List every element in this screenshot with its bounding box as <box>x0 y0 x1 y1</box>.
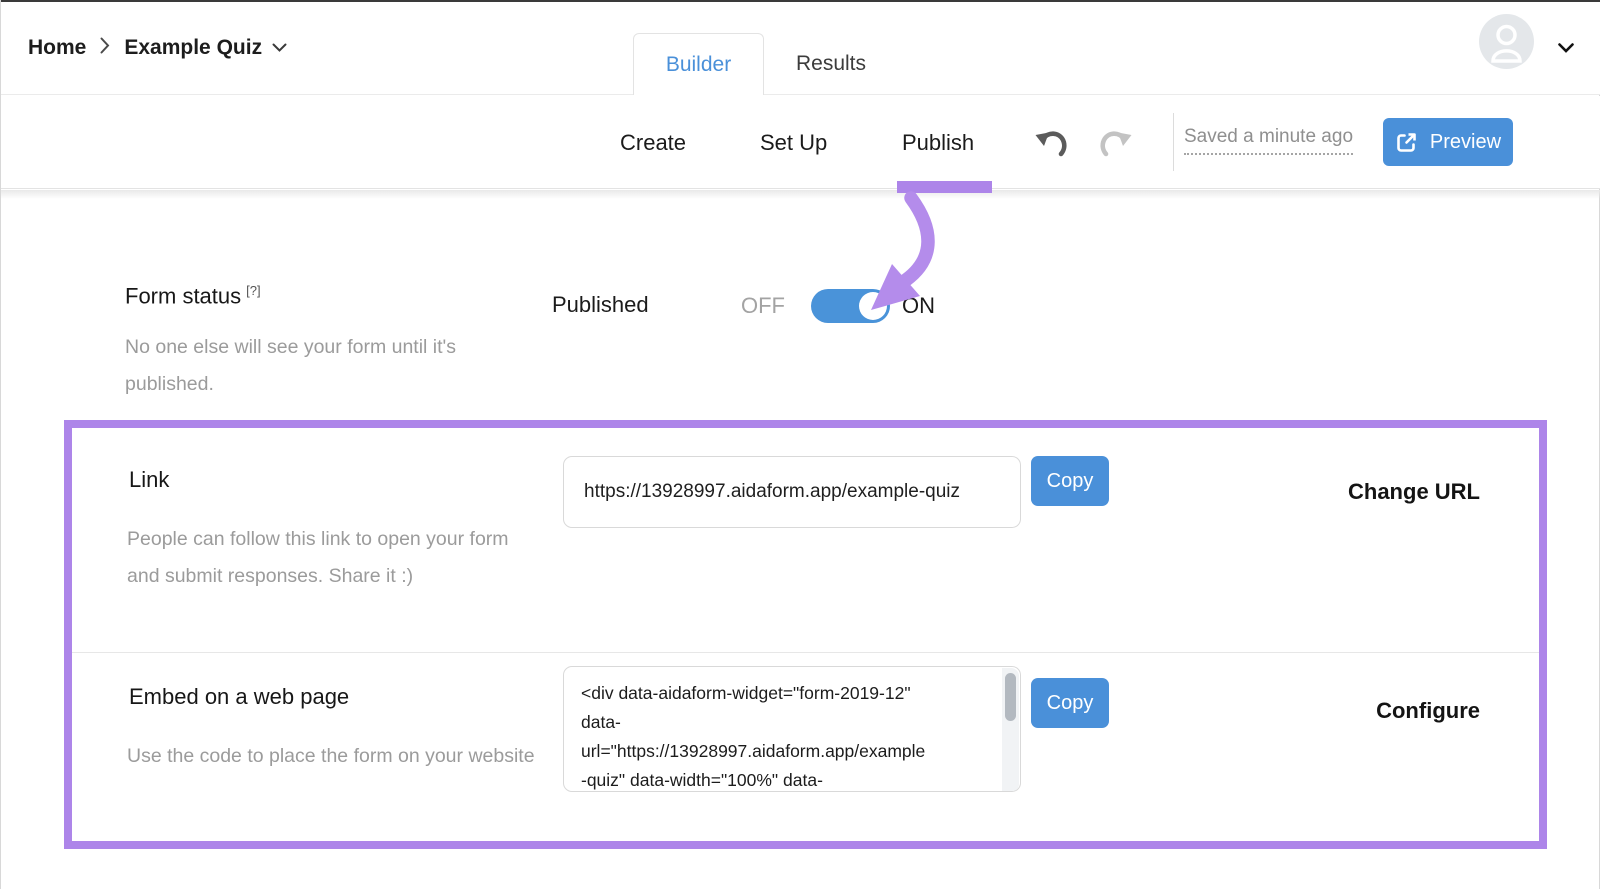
toolbar-divider <box>1173 113 1174 171</box>
toggle-knob <box>859 292 887 320</box>
breadcrumb-current-label: Example Quiz <box>124 36 262 60</box>
save-status-text[interactable]: Saved a minute ago <box>1184 126 1353 155</box>
toggle-on-label: ON <box>902 293 935 319</box>
undo-button[interactable] <box>1034 126 1070 160</box>
form-status-title: Form status [?] <box>125 283 261 309</box>
breadcrumb-home[interactable]: Home <box>28 36 86 60</box>
link-section-title: Link <box>129 467 169 493</box>
annotation-highlight-box: Link People can follow this link to open… <box>64 420 1547 849</box>
embed-scrollbar-thumb[interactable] <box>1005 673 1016 721</box>
tab-results[interactable]: Results <box>776 33 886 95</box>
preview-button-label: Preview <box>1430 131 1501 154</box>
embed-section-description: Use the code to place the form on your w… <box>127 738 537 775</box>
tab-set-up[interactable]: Set Up <box>760 96 827 189</box>
configure-button[interactable]: Configure <box>1376 698 1480 724</box>
copy-embed-button[interactable]: Copy <box>1031 678 1109 728</box>
external-link-icon <box>1395 131 1418 154</box>
redo-icon <box>1098 128 1132 158</box>
link-section-description: People can follow this link to open your… <box>127 521 527 595</box>
form-status-description: No one else will see your form until it'… <box>125 329 525 403</box>
chevron-down-icon <box>272 43 287 52</box>
published-toggle[interactable] <box>811 289 890 323</box>
published-label: Published <box>552 292 649 318</box>
user-icon <box>1479 14 1534 69</box>
help-icon[interactable]: [?] <box>246 283 260 298</box>
chevron-right-icon <box>100 37 110 59</box>
header: Home Example Quiz Builder Results <box>1 0 1600 95</box>
undo-icon <box>1035 128 1069 158</box>
screenshot-top-border <box>1 0 1600 2</box>
toolbar-shadow <box>1 190 1600 199</box>
breadcrumb-current-form[interactable]: Example Quiz <box>124 36 287 60</box>
section-divider <box>72 652 1539 653</box>
tab-create[interactable]: Create <box>620 96 686 189</box>
builder-toolbar: Create Set Up Publish Saved a minute ago… <box>1 96 1600 189</box>
form-url-input[interactable] <box>563 456 1021 528</box>
embed-code-textarea[interactable]: <div data-aidaform-widget="form-2019-12"… <box>563 666 1021 792</box>
form-status-title-text: Form status <box>125 283 241 308</box>
change-url-button[interactable]: Change URL <box>1348 479 1480 505</box>
embed-scrollbar-track <box>1002 668 1019 792</box>
preview-button[interactable]: Preview <box>1383 118 1513 166</box>
tab-builder[interactable]: Builder <box>633 33 764 95</box>
copy-link-button[interactable]: Copy <box>1031 456 1109 506</box>
breadcrumb: Home Example Quiz <box>28 0 287 95</box>
embed-section-title: Embed on a web page <box>129 684 349 710</box>
tab-publish[interactable]: Publish <box>902 96 974 189</box>
redo-button[interactable] <box>1097 126 1133 160</box>
toggle-off-label: OFF <box>741 293 785 319</box>
publish-tab-active-underline <box>897 181 992 193</box>
account-chevron-down-icon[interactable] <box>1558 40 1574 58</box>
avatar[interactable] <box>1479 14 1534 69</box>
